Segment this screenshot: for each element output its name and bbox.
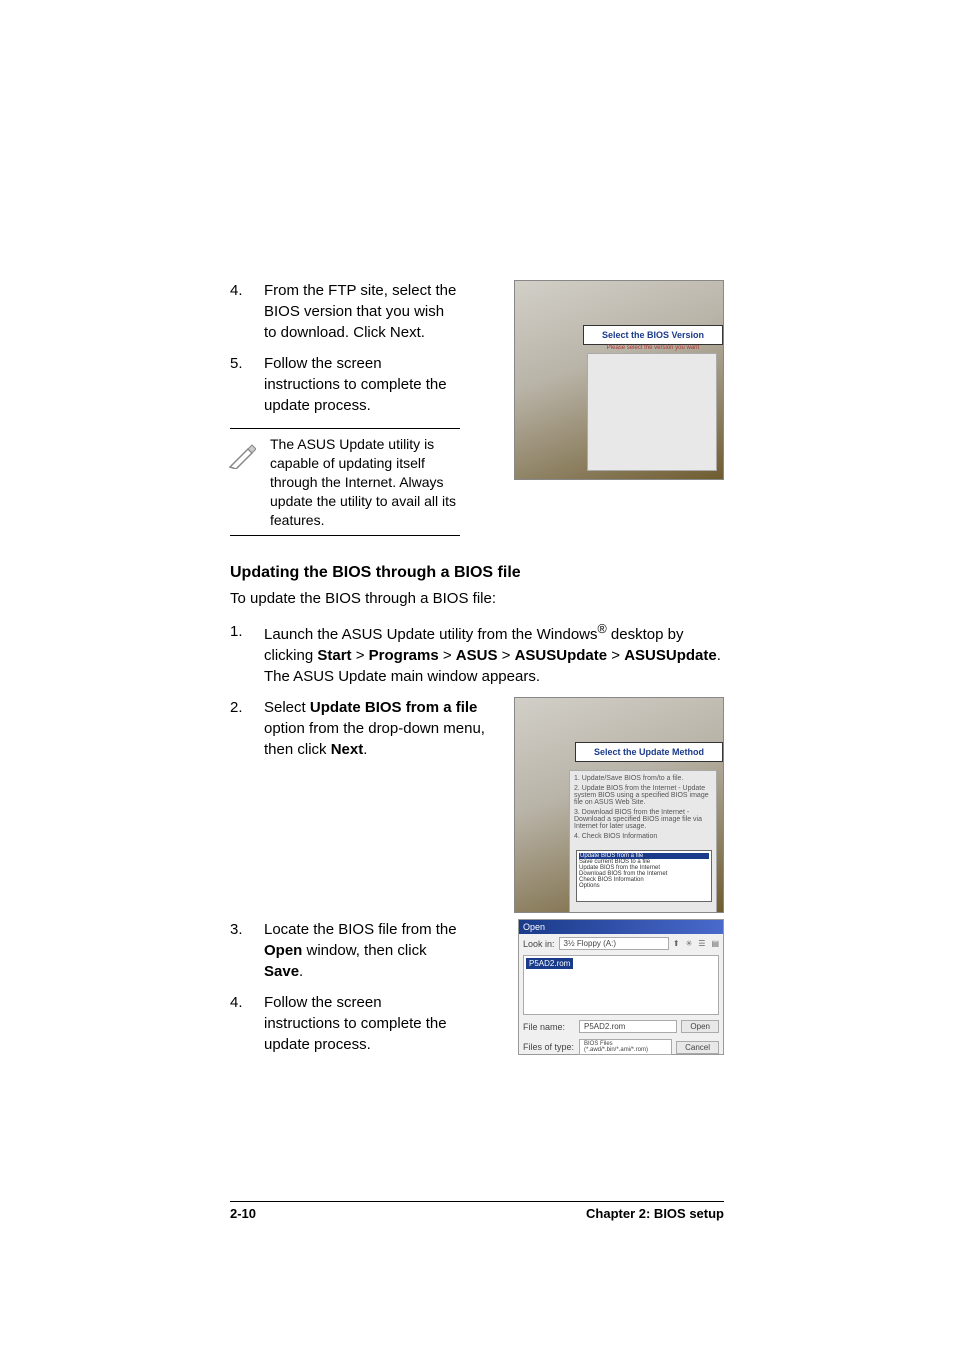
option-text: 3. Download BIOS from the Internet - Dow… [574,809,712,830]
list-item: 1. Launch the ASUS Update utility from t… [230,621,724,687]
registered-mark: ® [598,622,607,636]
item-number: 4. [230,280,264,343]
page-number: 2-10 [230,1206,256,1221]
text: > [439,647,456,664]
list-item: 5. Follow the screen instructions to com… [230,353,460,416]
item-number: 4. [230,992,264,1055]
item-text: From the FTP site, select the BIOS versi… [264,280,460,343]
file-open-dialog: Open Look in: 3½ Floppy (A:) ⬆ ✳ ☰ ▤ P5A… [518,919,724,1055]
screenshot-panel: 1. Update/Save BIOS from/to a file. 2. U… [569,770,717,913]
text: . [363,741,367,758]
text: > [497,647,514,664]
menu-path-programs: Programs [369,647,439,664]
note-box: The ASUS Update utility is capable of up… [230,428,460,536]
menu-path-asusupdate2: ASUSUpdate [624,647,717,664]
text: option from the drop-down menu, then cli… [264,720,485,758]
item-number: 3. [230,919,264,982]
text: Select [264,699,310,716]
list-item: 4. From the FTP site, select the BIOS ve… [230,280,460,343]
menu-path-asusupdate: ASUSUpdate [515,647,608,664]
dropdown-item: Options [579,883,709,889]
item-text: Locate the BIOS file from the Open windo… [264,919,460,982]
item-text: Select Update BIOS from a file option fr… [264,697,492,760]
up-folder-icon[interactable]: ⬆ [673,939,680,948]
item-number: 2. [230,697,264,760]
option-text: 2. Update BIOS from the Internet - Updat… [574,785,712,806]
details-view-icon[interactable]: ▤ [711,939,719,948]
screenshot-select-update-method: Select the Update Method 1. Update/Save … [514,697,724,913]
filename-label: File name: [523,1022,575,1032]
lookin-label: Look in: [523,939,555,949]
option-text: 1. Update/Save BIOS from/to a file. [574,775,712,782]
menu-path-asus: ASUS [456,647,498,664]
filesoftype-label: Files of type: [523,1042,575,1052]
screenshot-panel [587,353,717,471]
chapter-title: Chapter 2: BIOS setup [586,1206,724,1221]
list-item: 4. Follow the screen instructions to com… [230,992,460,1055]
dropdown-expanded: Update BIOS from a file Save current BIO… [576,850,712,902]
item-text: Launch the ASUS Update utility from the … [264,621,724,687]
file-list-area[interactable]: P5AD2.rom [523,955,719,1015]
item-text: Follow the screen instructions to comple… [264,992,460,1055]
option-text: 4. Check BIOS Information [574,833,712,840]
page-footer: 2-10 Chapter 2: BIOS setup [230,1201,724,1221]
filesoftype-select[interactable]: BIOS Files (*.awd/*.bin/*.ami/*.rom) [579,1039,672,1055]
note-text: The ASUS Update utility is capable of up… [270,436,456,528]
item-number: 1. [230,621,264,687]
list-view-icon[interactable]: ☰ [698,939,705,948]
window-name: Open [264,942,302,959]
pencil-icon [228,441,256,469]
text: window, then click [302,942,426,959]
button-name: Next [331,741,364,758]
text: . [299,963,303,980]
text: Locate the BIOS file from the [264,921,457,938]
filename-input[interactable]: P5AD2.rom [579,1020,677,1033]
button-name: Save [264,963,299,980]
open-button[interactable]: Open [681,1020,719,1033]
text: Launch the ASUS Update utility from the … [264,626,598,643]
list-item: 3. Locate the BIOS file from the Open wi… [230,919,460,982]
screenshot-banner: Select the BIOS Version [583,325,723,345]
screenshot-banner: Select the Update Method [575,742,723,762]
text: > [607,647,624,664]
option-name: Update BIOS from a file [310,699,478,716]
item-number: 5. [230,353,264,416]
screenshot-hint: Please select the version you want [593,345,713,351]
list-item: 2. Select Update BIOS from a file option… [230,697,492,760]
menu-path-start: Start [317,647,351,664]
new-folder-icon[interactable]: ✳ [686,939,693,948]
cancel-button[interactable]: Cancel [676,1041,719,1054]
dialog-title: Open [519,920,723,934]
text: > [352,647,369,664]
file-item[interactable]: P5AD2.rom [526,958,573,969]
section-intro: To update the BIOS through a BIOS file: [230,588,724,609]
screenshot-select-bios-version: Select the BIOS Version Please select th… [514,280,724,480]
item-text: Follow the screen instructions to comple… [264,353,460,416]
lookin-select[interactable]: 3½ Floppy (A:) [559,937,669,950]
section-heading: Updating the BIOS through a BIOS file [230,564,724,582]
